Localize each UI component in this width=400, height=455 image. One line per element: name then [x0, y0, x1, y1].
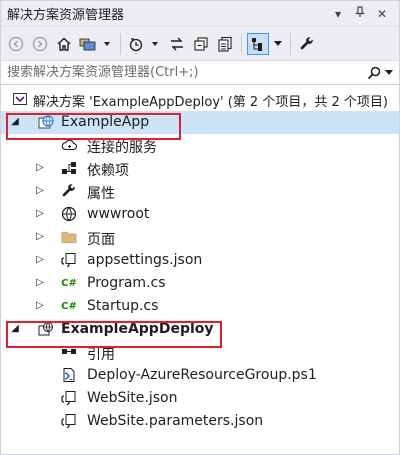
toolbar-separator [290, 32, 291, 55]
search-input[interactable] [7, 65, 365, 80]
preview-dropdown-icon[interactable] [271, 33, 285, 55]
expand-toggle[interactable]: ▷ [34, 185, 46, 196]
tree-row-solution[interactable]: 解决方案 'ExampleAppDeploy' (第 2 个项目，共 2 个项目… [1, 88, 399, 111]
references-icon [61, 344, 77, 360]
toolbar-separator [241, 32, 242, 55]
csharp-file-icon: C# [61, 277, 77, 289]
solution-explorer-window: 解决方案资源管理器 ▾ ✕ 搜索解决方案资源管理器(Ctrl+;) 解决方案 '… [0, 0, 400, 455]
search-options-dropdown-icon[interactable] [383, 69, 395, 76]
tree-item-label: Startup.cs [87, 298, 159, 314]
home-icon[interactable] [53, 33, 75, 55]
solution-label: 解决方案 'ExampleAppDeploy' (第 2 个项目，共 2 个项目… [33, 95, 388, 110]
tree-row-deploy-script[interactable]: Deploy-AzureResourceGroup.ps1 [1, 364, 399, 387]
json-file-icon [61, 390, 77, 406]
tree-item-label: wwwroot [87, 206, 150, 222]
solution-icon [12, 91, 28, 107]
tree-row-startup-cs[interactable]: ▷ C# Startup.cs [1, 295, 399, 318]
globe-icon [61, 206, 77, 222]
json-file-icon [61, 413, 77, 429]
title-bar: 解决方案资源管理器 ▾ ✕ [1, 1, 399, 27]
toolbar [1, 27, 399, 61]
tree-item-label: 连接的服务 [87, 140, 157, 156]
tree-row-wwwroot[interactable]: ▷ wwwroot [1, 203, 399, 226]
preview-selected-items-icon[interactable] [247, 32, 269, 55]
tree-row-references[interactable]: 引用 [1, 341, 399, 364]
window-position-dropdown[interactable]: ▾ [327, 7, 349, 21]
tree-row-connected-services[interactable]: 连接的服务 [1, 134, 399, 157]
tree-row-project-exampleappdeploy[interactable]: ◢ ExampleAppDeploy [1, 318, 399, 341]
deployment-project-icon [38, 321, 54, 337]
expand-toggle[interactable]: ▷ [34, 208, 46, 219]
tree-item-label: ExampleApp [61, 114, 150, 130]
close-icon[interactable]: ✕ [371, 7, 393, 21]
switch-views-icon[interactable] [77, 33, 115, 55]
tree-item-label: 依赖项 [87, 163, 129, 179]
tree-item-label: appsettings.json [87, 252, 203, 268]
collapse-all-icon[interactable] [190, 33, 212, 55]
tree-row-pages[interactable]: ▷ 页面 [1, 226, 399, 249]
tree-item-label: 页面 [87, 232, 115, 248]
dependencies-icon [61, 160, 77, 176]
expand-toggle[interactable]: ▷ [34, 300, 46, 311]
expand-toggle[interactable]: ▷ [34, 277, 46, 288]
tree-row-appsettings[interactable]: ▷ appsettings.json [1, 249, 399, 272]
tree-row-website-json[interactable]: WebSite.json [1, 387, 399, 410]
tree-item-label: WebSite.json [87, 390, 178, 406]
tree-row-dependencies[interactable]: ▷ 依赖项 [1, 157, 399, 180]
expand-toggle[interactable]: ▷ [34, 231, 46, 242]
expand-toggle[interactable]: ◢ [9, 116, 21, 127]
tree-row-properties[interactable]: ▷ 属性 [1, 180, 399, 203]
sync-with-active-document-icon[interactable] [166, 33, 188, 55]
tree-item-label: 引用 [87, 347, 115, 363]
expand-toggle[interactable]: ▷ [34, 254, 46, 265]
window-title: 解决方案资源管理器 [7, 8, 125, 23]
tree-row-project-exampleapp[interactable]: ◢ ExampleApp [1, 111, 399, 134]
tree-item-label: ExampleAppDeploy [61, 321, 214, 337]
forward-icon[interactable] [29, 33, 51, 55]
pending-changes-filter-icon[interactable] [126, 33, 164, 55]
show-all-files-icon[interactable] [214, 33, 236, 55]
tree-item-label: 属性 [87, 186, 115, 202]
connected-services-cloud-icon [61, 137, 77, 153]
back-icon[interactable] [5, 33, 27, 55]
tree-item-label: Program.cs [87, 275, 166, 291]
csharp-file-icon: C# [61, 300, 77, 312]
search-icon[interactable] [365, 66, 383, 80]
tree-row-program-cs[interactable]: ▷ C# Program.cs [1, 272, 399, 295]
powershell-file-icon [61, 367, 77, 383]
toolbar-separator [120, 32, 121, 55]
json-file-icon [61, 252, 77, 268]
properties-wrench-icon[interactable] [296, 33, 318, 55]
wrench-icon [61, 183, 77, 199]
search-bar [1, 61, 399, 85]
tree-row-website-parameters-json[interactable]: WebSite.parameters.json [1, 410, 399, 433]
tree-item-label: WebSite.parameters.json [87, 413, 264, 429]
expand-toggle[interactable]: ▷ [34, 162, 46, 173]
folder-icon [61, 229, 77, 245]
tree-item-label: Deploy-AzureResourceGroup.ps1 [87, 367, 317, 383]
expand-toggle[interactable]: ◢ [9, 323, 21, 334]
web-project-icon [38, 114, 54, 130]
auto-hide-pin-icon[interactable] [349, 6, 371, 21]
solution-tree: 解决方案 'ExampleAppDeploy' (第 2 个项目，共 2 个项目… [1, 85, 399, 433]
